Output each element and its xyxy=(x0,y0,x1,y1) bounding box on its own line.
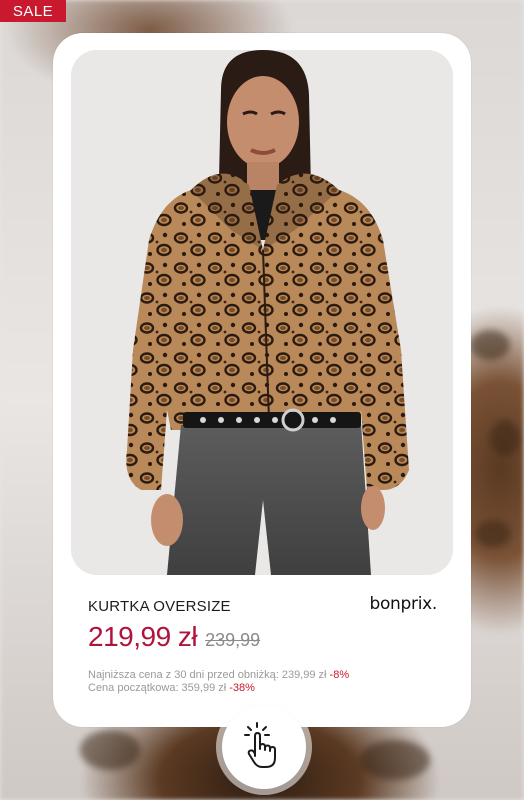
price-notes: Najniższa cena z 30 dni przed obniżką: 2… xyxy=(88,669,349,695)
brand-logo: bonprix. xyxy=(369,594,437,614)
product-card[interactable]: KURTKA OVERSIZE bonprix. 219,99 zł 239,9… xyxy=(53,33,471,727)
initial-price-text: Cena początkowa: 359,99 zł xyxy=(88,682,230,694)
sale-badge: SALE xyxy=(0,0,66,22)
initial-price-discount: -38% xyxy=(229,682,255,694)
price-row: 219,99 zł 239,99 xyxy=(88,621,260,653)
lowest-price-discount: -8% xyxy=(329,669,350,681)
tap-button[interactable] xyxy=(222,705,306,789)
lowest-price-text: Najniższa cena z 30 dni przed obniżką: 2… xyxy=(88,669,330,681)
product-image[interactable] xyxy=(71,50,453,575)
tap-hand-icon xyxy=(241,720,287,775)
current-price: 219,99 zł xyxy=(88,621,198,652)
old-price: 239,99 xyxy=(205,630,261,650)
product-name[interactable]: KURTKA OVERSIZE xyxy=(88,598,231,615)
lowest-price-line: Najniższa cena z 30 dni przed obniżką: 2… xyxy=(88,669,349,682)
initial-price-line: Cena początkowa: 359,99 zł -38% xyxy=(88,682,349,695)
